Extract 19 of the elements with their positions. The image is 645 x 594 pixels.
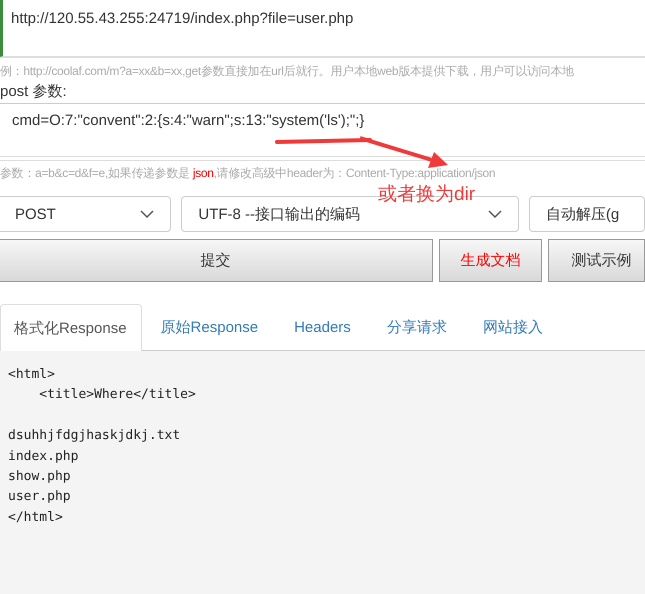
tab[interactable]: Headers bbox=[277, 304, 368, 350]
tab[interactable]: 网站接入 bbox=[466, 304, 560, 350]
code-line: user.php bbox=[8, 488, 72, 506]
button[interactable]: 测试示例 bbox=[548, 239, 645, 282]
tab[interactable]: 原始Response bbox=[144, 304, 276, 350]
tab[interactable]: 分享请求 bbox=[370, 304, 464, 350]
code-line: <html> bbox=[8, 366, 56, 384]
button[interactable]: 提交 bbox=[0, 239, 433, 282]
code-line: </html> bbox=[8, 508, 64, 527]
tab[interactable]: 格式化Response bbox=[0, 304, 142, 351]
code-line: <title>Where</title> bbox=[38, 386, 197, 404]
post-label: post 参数: bbox=[0, 82, 68, 101]
code-line: index.php bbox=[8, 448, 80, 466]
hint-text: 例：http://coolaf.com/m?a=xx&b=xx,get参数直接加在url后就行。用户本地web版本提供下载，用户可以访问本地 bbox=[0, 57, 645, 80]
post-field[interactable]: cmd=O:7:"convent":2:{s:4:"warn";s:13:"system('ls');";} bbox=[0, 103, 645, 157]
dropdown[interactable]: 自动解压(g bbox=[528, 196, 645, 232]
dropdown[interactable]: POST bbox=[0, 196, 172, 232]
code-line: dsuhhjfdgjhaskjdkj.txt bbox=[8, 427, 182, 446]
code-line: show.php bbox=[8, 468, 72, 486]
